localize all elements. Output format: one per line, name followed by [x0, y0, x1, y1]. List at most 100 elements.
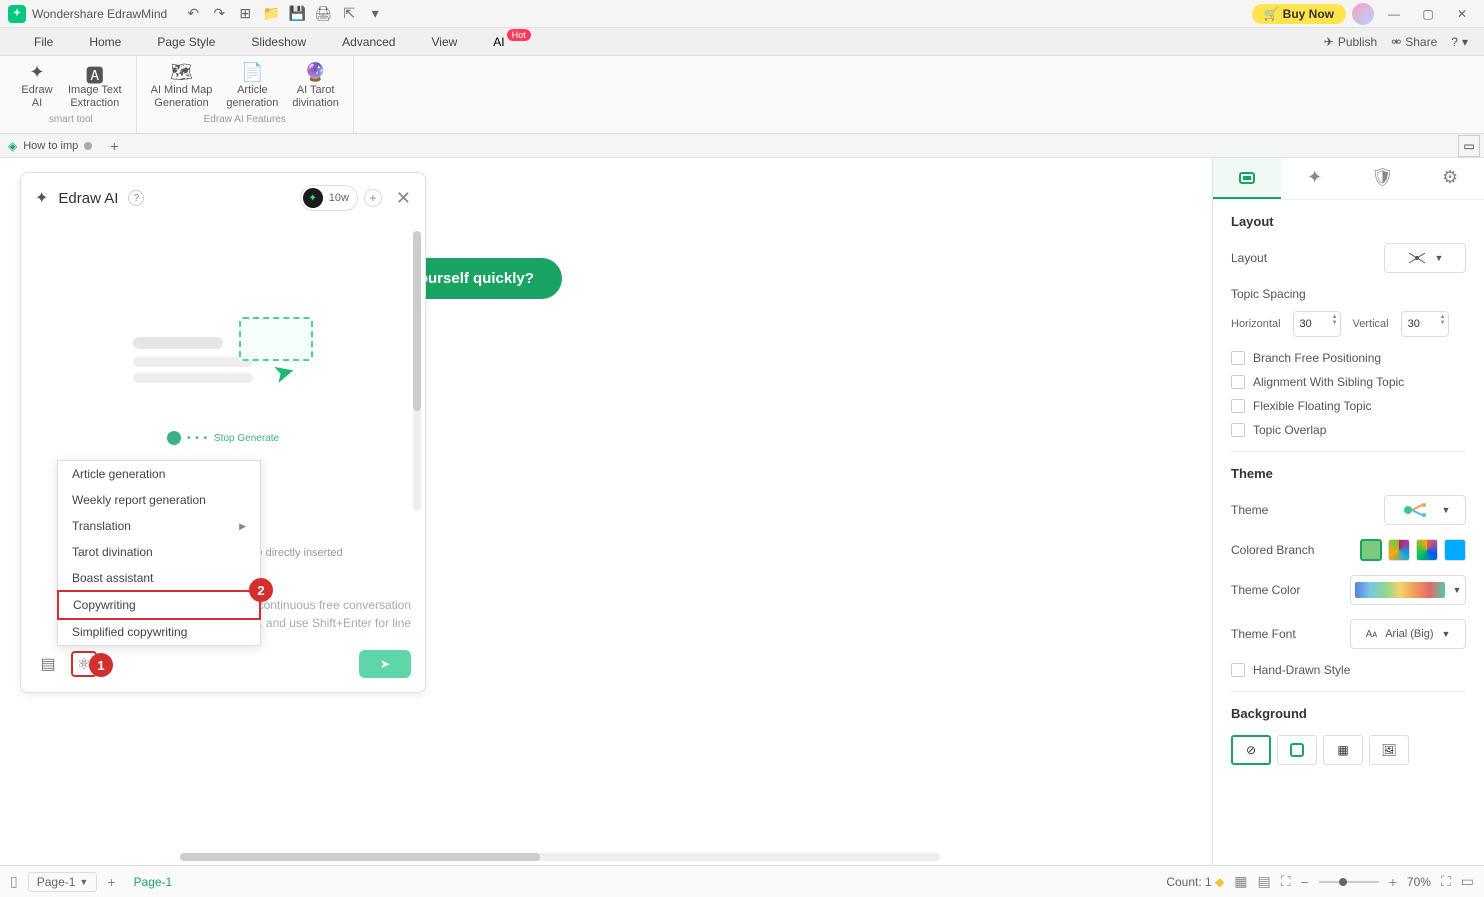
zoom-slider[interactable]: [1319, 881, 1379, 883]
buy-now-button[interactable]: 🛒 Buy Now: [1252, 4, 1346, 24]
open-icon[interactable]: 📁: [261, 4, 281, 24]
popup-weekly-report[interactable]: Weekly report generation: [58, 487, 260, 513]
swatch-2[interactable]: [1388, 539, 1410, 561]
swatch-4[interactable]: [1444, 539, 1466, 561]
ribbon-group-label: Edraw AI Features: [204, 114, 286, 125]
popup-copywriting[interactable]: Copywriting 2: [57, 590, 261, 620]
swatch-3[interactable]: [1416, 539, 1438, 561]
help-button[interactable]: ?▾: [1451, 35, 1468, 49]
add-tab-button[interactable]: +: [110, 138, 118, 154]
stop-generate-button[interactable]: • • • Stop Generate: [167, 431, 279, 445]
maximize-button[interactable]: ▢: [1414, 4, 1442, 24]
no-bg-icon: ⊘: [1246, 743, 1256, 757]
theme-font-select[interactable]: Aᴀ Arial (Big) ▼: [1350, 619, 1466, 649]
help-icon[interactable]: ?: [128, 190, 144, 206]
checkbox[interactable]: [1231, 351, 1245, 365]
tarot-icon: 🔮: [304, 62, 326, 84]
zoom-out-button[interactable]: −: [1301, 874, 1309, 890]
side-tab-settings[interactable]: ⚙: [1416, 158, 1484, 199]
menu-ai[interactable]: AI Hot: [475, 31, 522, 53]
theme-color-select[interactable]: ▼: [1350, 575, 1466, 605]
checkbox[interactable]: [1231, 375, 1245, 389]
checkbox[interactable]: [1231, 423, 1245, 437]
page-tab-1[interactable]: Page-1: [126, 875, 181, 889]
bg-image[interactable]: 🖼: [1369, 735, 1409, 765]
print-icon[interactable]: 🖨: [313, 4, 333, 24]
view-list-icon[interactable]: ▤: [1258, 873, 1271, 890]
token-pill[interactable]: ✦ 10w: [300, 185, 358, 211]
avatar[interactable]: [1352, 3, 1374, 25]
vertical-stepper[interactable]: 30 ▲▼: [1401, 311, 1449, 337]
image-text-extraction-button[interactable]: 🅰 Image TextExtraction: [62, 60, 128, 112]
side-panel-body: Layout Layout ▼ Topic Spacing Horizontal…: [1213, 200, 1484, 865]
layout-select[interactable]: ▼: [1384, 243, 1466, 273]
ocr-tool-button[interactable]: ▤: [35, 651, 61, 677]
canvas[interactable]: improve yourself quickly? ✦ Edraw AI ? ✦…: [0, 158, 1212, 865]
horizontal-stepper[interactable]: 30 ▲▼: [1293, 311, 1341, 337]
page-selector[interactable]: Page-1 ▼: [28, 872, 98, 892]
check-flexible[interactable]: Flexible Floating Topic: [1231, 399, 1466, 413]
bg-none[interactable]: ⊘: [1231, 735, 1271, 765]
view-grid-icon[interactable]: ▦: [1234, 873, 1247, 890]
article-generation-button[interactable]: 📄 Articlegeneration: [220, 60, 284, 112]
collapse-icon[interactable]: ▭: [1461, 873, 1474, 890]
close-icon[interactable]: ✕: [396, 188, 411, 209]
collapse-panel-button[interactable]: ▭: [1458, 135, 1480, 157]
check-branch-free[interactable]: Branch Free Positioning: [1231, 351, 1466, 365]
menu-home[interactable]: Home: [71, 31, 139, 53]
minimize-button[interactable]: —: [1380, 4, 1408, 24]
document-tab[interactable]: How to imp: [23, 140, 92, 152]
menu-slideshow[interactable]: Slideshow: [233, 31, 324, 53]
send-icon: ➤: [380, 657, 390, 671]
popup-translation[interactable]: Translation ▶: [58, 513, 260, 539]
side-tab-security[interactable]: 🛡: [1349, 158, 1417, 199]
share-button[interactable]: ⚮Share: [1391, 35, 1437, 49]
mindmap-icon: 🗺: [170, 62, 193, 84]
add-tokens-button[interactable]: +: [364, 189, 382, 207]
popup-tarot[interactable]: Tarot divination: [58, 539, 260, 565]
redo-icon[interactable]: ↷: [209, 4, 229, 24]
checkbox[interactable]: [1231, 663, 1245, 677]
menu-page-style[interactable]: Page Style: [139, 31, 233, 53]
check-alignment[interactable]: Alignment With Sibling Topic: [1231, 375, 1466, 389]
undo-icon[interactable]: ↶: [183, 4, 203, 24]
side-tab-layout[interactable]: [1213, 158, 1281, 199]
horizontal-scrollbar[interactable]: [180, 853, 940, 861]
bg-pattern[interactable]: ▦: [1323, 735, 1363, 765]
menu-advanced[interactable]: Advanced: [324, 31, 413, 53]
modified-dot-icon: [84, 142, 92, 150]
theme-select[interactable]: ▼: [1384, 495, 1466, 525]
edraw-ai-button[interactable]: ✦ EdrawAI: [14, 60, 60, 112]
zoom-in-button[interactable]: +: [1389, 874, 1397, 890]
outline-icon[interactable]: ▯: [10, 873, 18, 890]
popup-simplified-copywriting[interactable]: Simplified copywriting: [58, 619, 260, 645]
view-fit-icon[interactable]: ⛶: [1281, 873, 1291, 890]
checkbox[interactable]: [1231, 399, 1245, 413]
bg-solid[interactable]: [1277, 735, 1317, 765]
popup-article-generation[interactable]: Article generation: [58, 461, 260, 487]
check-overlap[interactable]: Topic Overlap: [1231, 423, 1466, 437]
save-icon[interactable]: 💾: [287, 4, 307, 24]
skills-tool-button[interactable]: ⚛ 1: [71, 651, 97, 677]
swatch-1[interactable]: [1360, 539, 1382, 561]
annotation-marker-2: 2: [249, 578, 273, 602]
check-hand-drawn[interactable]: Hand-Drawn Style: [1231, 663, 1466, 677]
send-button[interactable]: ➤: [359, 650, 411, 678]
close-button[interactable]: ✕: [1448, 4, 1476, 24]
ai-mindmap-button[interactable]: 🗺 AI Mind MapGeneration: [145, 60, 219, 112]
ai-tarot-button[interactable]: 🔮 AI Tarotdivination: [286, 60, 344, 112]
vertical-label: Vertical: [1353, 318, 1389, 330]
ai-scrollbar[interactable]: [413, 231, 421, 511]
dropdown-icon[interactable]: ▾: [365, 4, 385, 24]
popup-boast[interactable]: Boast assistant: [58, 565, 260, 591]
menu-file[interactable]: File: [16, 31, 71, 53]
export-icon[interactable]: ⇱: [339, 4, 359, 24]
publish-button[interactable]: ✈Publish: [1324, 35, 1377, 49]
menu-view[interactable]: View: [413, 31, 475, 53]
new-icon[interactable]: ⊞: [235, 4, 255, 24]
side-tab-style[interactable]: ✦: [1281, 158, 1349, 199]
ribbon-group-ai-features: 🗺 AI Mind MapGeneration 📄 Articlegenerat…: [137, 56, 354, 133]
fullscreen-icon[interactable]: ⛶: [1441, 873, 1451, 890]
bottombar: ▯ Page-1 ▼ + Page-1 Count: 1 ◆ ▦ ▤ ⛶ − +…: [0, 865, 1484, 897]
add-page-button[interactable]: +: [107, 874, 115, 890]
